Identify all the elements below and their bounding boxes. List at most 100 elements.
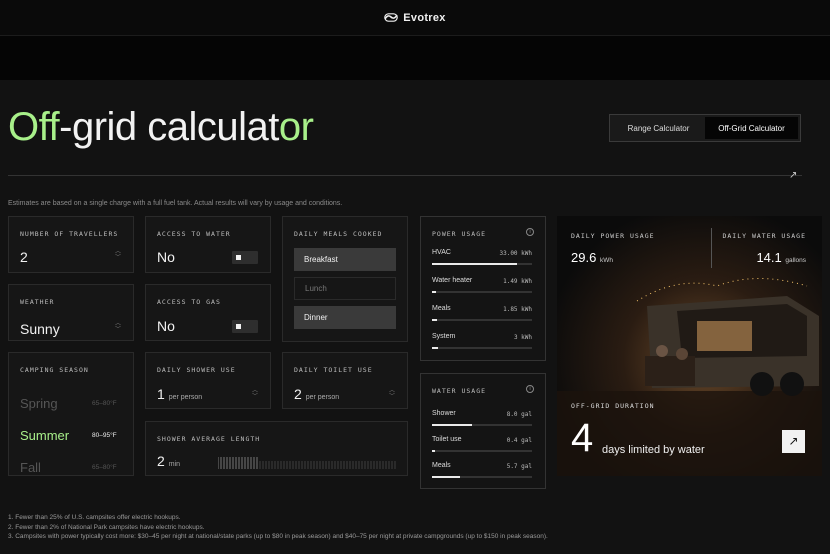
shower-length-label: SHOWER AVERAGE LENGTH xyxy=(157,435,261,443)
arrow-up-right-icon: ↗ xyxy=(788,434,799,448)
travellers-stepper-icon[interactable]: ︿ ﹀ xyxy=(115,249,121,261)
toggle-knob-icon xyxy=(236,255,241,260)
usage-bar-track xyxy=(432,319,532,321)
gas-card: ACCESS TO GAS No xyxy=(145,284,271,341)
usage-name: Water heater xyxy=(432,277,473,284)
usage-bar-track xyxy=(432,450,532,452)
season-label: CAMPING SEASON xyxy=(20,366,89,374)
water-value: No xyxy=(157,249,175,265)
header-spacer xyxy=(0,36,830,80)
summary-divider xyxy=(711,228,712,268)
footnote-1: 1. Fewer than 25% of U.S. campsites offe… xyxy=(8,514,181,521)
shower-length-slider[interactable] xyxy=(218,455,398,469)
travellers-value[interactable]: 2 xyxy=(20,249,28,265)
usage-bar-fill xyxy=(432,263,517,265)
usage-bar-track xyxy=(432,347,532,349)
usage-name: Meals xyxy=(432,305,451,312)
usage-bar-fill xyxy=(432,347,438,349)
gas-label: ACCESS TO GAS xyxy=(157,298,221,306)
brand-logo[interactable]: Evotrex xyxy=(384,12,445,24)
toilet-stepper-icon[interactable]: ︿ ﹀ xyxy=(389,388,395,400)
usage-value: 5.7 gal xyxy=(506,463,532,470)
gas-toggle[interactable] xyxy=(232,320,258,333)
shower-length-card: SHOWER AVERAGE LENGTH 2 min xyxy=(145,421,408,476)
usage-value: 8.0 gal xyxy=(506,411,532,418)
disclaimer-text: Estimates are based on a single charge w… xyxy=(8,200,343,207)
toilet-label: DAILY TOILET USE xyxy=(294,366,373,374)
shower-label: DAILY SHOWER USE xyxy=(157,366,236,374)
shower-length-value: 2 min xyxy=(157,453,180,469)
gas-value: No xyxy=(157,318,175,334)
expand-arrow-button[interactable]: ↗ xyxy=(782,430,805,453)
meals-label: DAILY MEALS COOKED xyxy=(294,230,383,238)
season-card: CAMPING SEASON Spring 65–80°F Summer 80–95… xyxy=(8,352,134,476)
season-option-fall[interactable]: Fall 65–80°F xyxy=(20,460,117,475)
usage-bar-fill xyxy=(432,476,460,478)
water-card: ACCESS TO WATER No xyxy=(145,216,271,273)
usage-value: 0.4 gal xyxy=(506,437,532,444)
power-usage-label: POWER USAGE xyxy=(432,230,487,238)
usage-name: Toilet use xyxy=(432,436,462,443)
water-usage-label: WATER USAGE xyxy=(432,387,487,395)
info-icon[interactable]: i xyxy=(526,228,534,236)
daily-power-value: 29.6 kWh xyxy=(571,250,613,265)
season-option-summer[interactable]: Summer 80–95°F xyxy=(20,428,117,443)
shower-value[interactable]: 1 per person xyxy=(157,386,202,402)
footnote-2: 2. Fewer than 2% of National Park campsi… xyxy=(8,523,205,531)
daily-power-label: DAILY POWER USAGE xyxy=(571,232,655,240)
off-grid-duration-text: days limited by water xyxy=(602,444,705,456)
footnotes: 1. Fewer than 25% of U.S. campsites offe… xyxy=(8,513,548,542)
summary-hero: DAILY POWER USAGE 29.6 kWh DAILY WATER U… xyxy=(557,216,822,476)
usage-bar-fill xyxy=(432,319,437,321)
shower-card: DAILY SHOWER USE 1 per person ︿ ﹀ xyxy=(145,352,271,409)
usage-name: Meals xyxy=(432,462,451,469)
daily-water-value: 14.1 gallons xyxy=(756,250,806,265)
footnote-3: 3. Campsites with power typically cost m… xyxy=(8,533,548,540)
toilet-card: DAILY TOILET USE 2 per person ︿ ﹀ xyxy=(282,352,408,409)
meal-option-breakfast[interactable]: Breakfast xyxy=(294,248,396,271)
weather-card: WEATHER Sunny ︿ ﹀ xyxy=(8,284,134,341)
weather-value[interactable]: Sunny xyxy=(20,321,60,337)
usage-name: Shower xyxy=(432,410,456,417)
daily-water-label: DAILY WATER USAGE xyxy=(722,232,806,240)
usage-name: HVAC xyxy=(432,249,451,256)
page-title: Off-grid calculator xyxy=(8,105,314,149)
title-divider xyxy=(8,175,802,176)
usage-value: 1.49 kWh xyxy=(503,278,532,285)
travellers-label: NUMBER OF TRAVELLERS xyxy=(20,230,119,238)
shower-stepper-icon[interactable]: ︿ ﹀ xyxy=(252,388,258,400)
water-toggle[interactable] xyxy=(232,251,258,264)
water-label: ACCESS TO WATER xyxy=(157,230,231,238)
meal-option-lunch[interactable]: Lunch xyxy=(294,277,396,300)
travellers-card: NUMBER OF TRAVELLERS 2 ︿ ﹀ xyxy=(8,216,134,273)
arrow-up-right-icon[interactable]: ↗ xyxy=(789,170,797,181)
meals-card: DAILY MEALS COOKED Breakfast Lunch Dinne… xyxy=(282,216,408,342)
off-grid-duration-label: OFF-GRID DURATION xyxy=(571,402,655,410)
usage-name: System xyxy=(432,333,456,340)
usage-value: 33.00 kWh xyxy=(499,250,532,257)
weather-label: WEATHER xyxy=(20,298,55,306)
off-grid-duration-value: 4 xyxy=(571,416,594,460)
power-usage-panel: POWER USAGE i HVAC 33.00 kWh Water heater 1… xyxy=(420,216,546,361)
usage-bar-track xyxy=(432,291,532,293)
info-icon[interactable]: i xyxy=(526,385,534,393)
toggle-knob-icon xyxy=(236,324,241,329)
usage-bar-track xyxy=(432,424,532,426)
top-bar: Evotrex xyxy=(0,0,830,36)
usage-bar-track xyxy=(432,263,532,265)
toilet-value[interactable]: 2 per person xyxy=(294,386,339,402)
meal-option-dinner[interactable]: Dinner xyxy=(294,306,396,329)
usage-bar-fill xyxy=(432,291,436,293)
usage-bar-fill xyxy=(432,450,435,452)
tab-range-calculator[interactable]: Range Calculator xyxy=(612,117,705,139)
usage-value: 3 kWh xyxy=(513,334,532,341)
usage-bar-fill xyxy=(432,424,472,426)
calculator-tabs: Range Calculator Off-Grid Calculator xyxy=(609,114,801,142)
usage-value: 1.85 kWh xyxy=(503,306,532,313)
water-usage-panel: WATER USAGE i Shower 8.0 gal Toilet use 0.4… xyxy=(420,373,546,489)
evotrex-logo-icon xyxy=(384,13,399,22)
season-option-spring[interactable]: Spring 65–80°F xyxy=(20,396,117,411)
usage-bar-track xyxy=(432,476,532,478)
tab-off-grid-calculator[interactable]: Off-Grid Calculator xyxy=(705,117,798,139)
weather-stepper-icon[interactable]: ︿ ﹀ xyxy=(115,321,121,333)
